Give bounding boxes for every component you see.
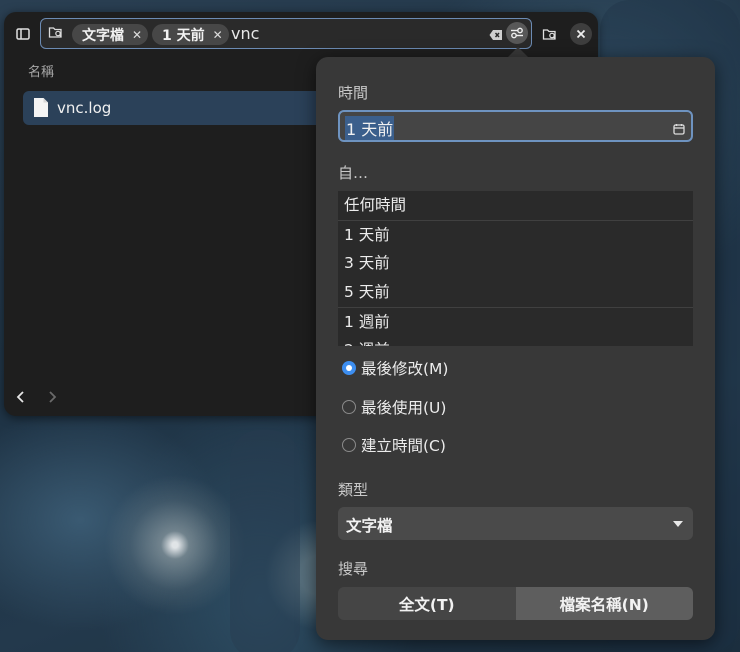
- radio-checked-icon[interactable]: [342, 361, 356, 375]
- chevron-down-icon: [673, 521, 683, 527]
- close-window-button[interactable]: [570, 23, 592, 45]
- type-label: 類型: [338, 481, 369, 499]
- clear-text-icon[interactable]: [489, 26, 503, 45]
- chevron-right-icon: [49, 391, 57, 403]
- list-item[interactable]: 任何時間: [338, 191, 693, 220]
- since-label: 自…: [338, 164, 369, 182]
- filter-settings-icon: [511, 27, 523, 39]
- search-input[interactable]: vnc: [231, 24, 259, 43]
- radio-unchecked-icon[interactable]: [342, 438, 356, 452]
- search-filters-button[interactable]: [506, 22, 528, 44]
- column-header-name[interactable]: 名稱: [28, 61, 54, 80]
- radio-created[interactable]: 建立時間(C): [342, 434, 446, 456]
- search-mode-toggle: 全文(T) 檔案名稱(N): [338, 587, 693, 620]
- calendar-icon[interactable]: [673, 120, 685, 139]
- list-item[interactable]: 5 天前: [338, 278, 693, 307]
- full-text-button[interactable]: 全文(T): [338, 587, 516, 620]
- search-filters-popover: 時間 1 天前 自… 任何時間 1 天前 3 天前 5 天前 1 週前 2 週前…: [316, 57, 715, 640]
- list-item[interactable]: 2 週前: [338, 336, 693, 346]
- radio-last-used[interactable]: 最後使用(U): [342, 396, 446, 418]
- type-dropdown[interactable]: 文字檔: [338, 507, 693, 540]
- list-item[interactable]: 1 週前: [338, 307, 693, 336]
- filter-chip-time[interactable]: 1 天前 ✕: [152, 24, 229, 45]
- close-icon[interactable]: ✕: [213, 28, 223, 42]
- list-item[interactable]: 1 天前: [338, 220, 693, 249]
- radio-label: 最後修改(M): [361, 360, 449, 378]
- close-icon: [576, 29, 586, 39]
- file-row[interactable]: vnc.log: [23, 91, 323, 125]
- popover-arrow: [508, 47, 528, 57]
- filename-button[interactable]: 檔案名稱(N): [515, 587, 693, 620]
- radio-last-modified[interactable]: 最後修改(M): [342, 357, 448, 379]
- filter-chip-type[interactable]: 文字檔 ✕: [72, 24, 149, 45]
- filter-chip-label: 1 天前: [162, 27, 205, 44]
- sidebar-toggle-icon: [16, 28, 30, 40]
- time-value: 1 天前: [345, 116, 395, 140]
- time-field[interactable]: 1 天前: [338, 110, 693, 142]
- search-label: 搜尋: [338, 560, 369, 578]
- list-item[interactable]: 3 天前: [338, 249, 693, 278]
- search-location-button[interactable]: [537, 21, 563, 47]
- radio-label: 最後使用(U): [361, 399, 447, 417]
- time-label: 時間: [338, 84, 369, 102]
- chevron-left-icon: [16, 391, 24, 403]
- forward-button[interactable]: [47, 389, 57, 408]
- sidebar-toggle-button[interactable]: [10, 21, 36, 47]
- since-list[interactable]: 任何時間 1 天前 3 天前 5 天前 1 週前 2 週前: [338, 191, 693, 346]
- file-name: vnc.log: [57, 99, 112, 117]
- search-folder-icon: [542, 28, 556, 40]
- back-button[interactable]: [16, 389, 26, 408]
- radio-unchecked-icon[interactable]: [342, 400, 356, 414]
- filter-chip-label: 文字檔: [82, 27, 124, 44]
- radio-label: 建立時間(C): [361, 437, 446, 455]
- text-file-icon: [33, 97, 49, 122]
- type-value: 文字檔: [346, 517, 393, 535]
- close-icon[interactable]: ✕: [132, 28, 142, 42]
- search-bar[interactable]: 文字檔 ✕ 1 天前 ✕ vnc: [40, 18, 532, 49]
- search-folder-icon: [48, 25, 64, 44]
